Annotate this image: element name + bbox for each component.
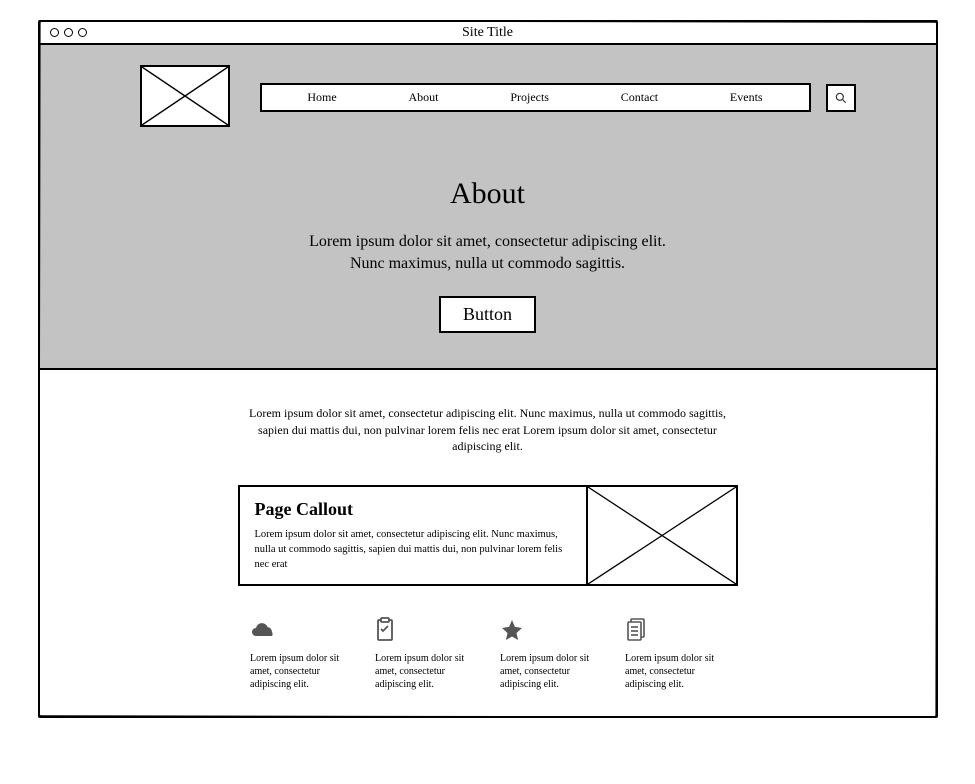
window-controls (50, 28, 87, 37)
site-title: Site Title (462, 25, 513, 41)
callout-image-placeholder (586, 487, 736, 584)
hero-section: Home About Projects Contact Events About… (40, 45, 936, 370)
feature-text: Lorem ipsum dolor sit amet, consectetur … (625, 652, 725, 691)
nav-bar: Home About Projects Contact Events (260, 83, 811, 112)
nav-item-events[interactable]: Events (730, 90, 763, 105)
hero-subtext: Lorem ipsum dolor sit amet, consectetur … (100, 231, 876, 276)
page-callout: Page Callout Lorem ipsum dolor sit amet,… (238, 485, 738, 586)
nav-item-home[interactable]: Home (307, 90, 336, 105)
feature-text: Lorem ipsum dolor sit amet, consectetur … (375, 652, 475, 691)
cloud-icon (250, 616, 350, 644)
feature-item: Lorem ipsum dolor sit amet, consectetur … (250, 616, 350, 691)
nav-area: Home About Projects Contact Events (260, 83, 856, 112)
browser-window: Site Title Home About Projects Contact E… (38, 20, 938, 718)
search-icon (834, 91, 848, 105)
nav-item-about[interactable]: About (409, 90, 439, 105)
window-dot[interactable] (78, 28, 87, 37)
callout-body: Lorem ipsum dolor sit amet, consectetur … (255, 528, 571, 572)
page-heading: About (100, 177, 876, 211)
content-section: Lorem ipsum dolor sit amet, consectetur … (40, 370, 936, 716)
star-icon (500, 616, 600, 644)
documents-icon (625, 616, 725, 644)
window-dot[interactable] (50, 28, 59, 37)
nav-item-projects[interactable]: Projects (510, 90, 549, 105)
title-bar: Site Title (40, 22, 936, 45)
logo-placeholder[interactable] (140, 65, 230, 127)
header-row: Home About Projects Contact Events (100, 65, 876, 127)
callout-text: Page Callout Lorem ipsum dolor sit amet,… (240, 487, 586, 584)
window-dot[interactable] (64, 28, 73, 37)
clipboard-icon (375, 616, 475, 644)
feature-item: Lorem ipsum dolor sit amet, consectetur … (625, 616, 725, 691)
hero-button[interactable]: Button (439, 296, 536, 333)
feature-text: Lorem ipsum dolor sit amet, consectetur … (250, 652, 350, 691)
feature-text: Lorem ipsum dolor sit amet, consectetur … (500, 652, 600, 691)
feature-item: Lorem ipsum dolor sit amet, consectetur … (500, 616, 600, 691)
feature-item: Lorem ipsum dolor sit amet, consectetur … (375, 616, 475, 691)
features-row: Lorem ipsum dolor sit amet, consectetur … (228, 616, 748, 691)
callout-title: Page Callout (255, 499, 571, 520)
hero-content: About Lorem ipsum dolor sit amet, consec… (100, 177, 876, 333)
intro-text: Lorem ipsum dolor sit amet, consectetur … (238, 405, 738, 455)
search-button[interactable] (826, 84, 856, 112)
nav-item-contact[interactable]: Contact (621, 90, 658, 105)
